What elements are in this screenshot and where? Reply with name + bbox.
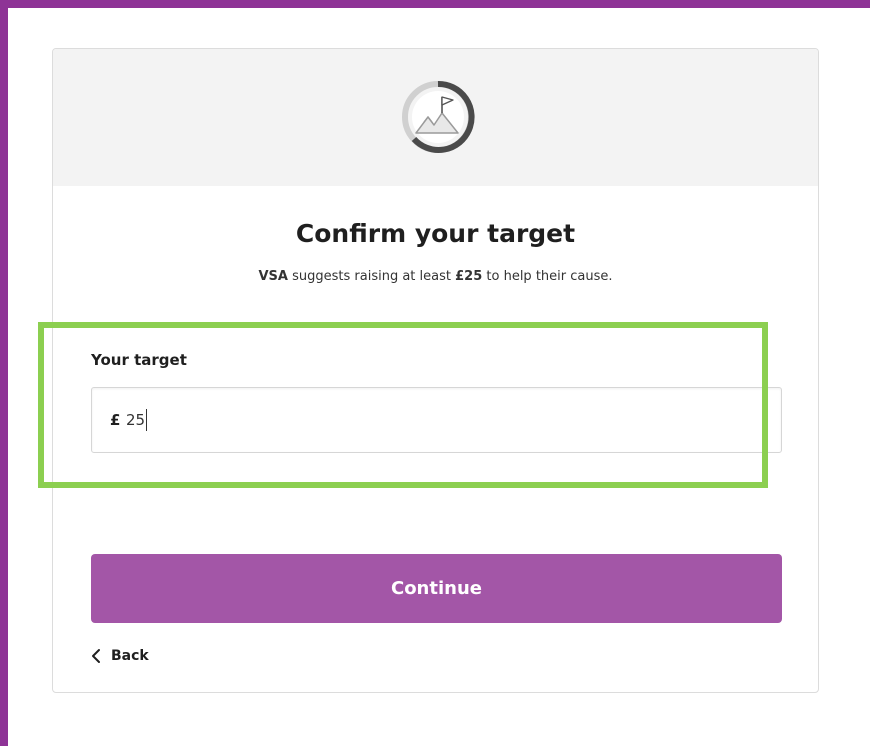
mountain-flag-progress-icon [402,80,475,153]
page-title: Confirm your target [295,219,576,248]
currency-symbol: £ [110,411,121,429]
text-caret [146,409,148,431]
suggested-amount: £25 [455,269,483,284]
target-field[interactable]: £ [91,387,782,453]
page-subtitle: VSA suggests raising at least £25 to hel… [53,269,818,284]
back-label: Back [111,648,149,664]
continue-button[interactable]: Continue [91,554,782,623]
back-link[interactable]: Back [91,645,149,667]
subtitle-text-post: to help their cause. [482,269,613,284]
charity-name: VSA [258,269,288,284]
window-frame-left [0,0,8,746]
target-card: Confirm your target VSA suggests raising… [52,48,819,693]
target-label: Your target [91,351,187,369]
target-amount-input[interactable] [126,404,726,436]
window-frame-top [0,0,870,8]
card-header [53,49,818,186]
subtitle-text-pre: suggests raising at least [287,269,456,284]
chevron-left-icon [92,649,100,663]
